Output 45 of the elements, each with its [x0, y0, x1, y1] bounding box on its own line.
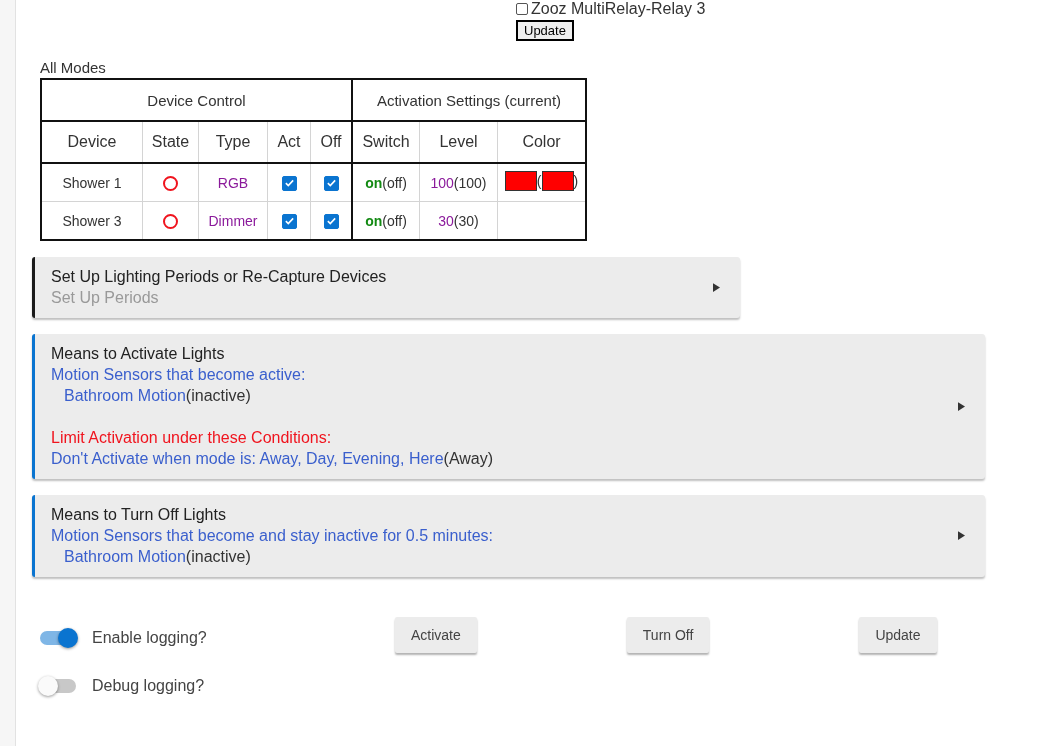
section-heading: Motion Sensors that become and stay inactive for 0.5 minutes: — [51, 527, 493, 544]
checkbox[interactable] — [516, 3, 528, 15]
expand-arrow-icon — [713, 282, 720, 292]
table-cell: RGB — [198, 163, 268, 202]
table-cell: Shower 1 — [41, 163, 143, 202]
section-title: Set Up Lighting Periods or Re-Capture Devices — [51, 267, 387, 287]
table-cell: on(off) — [352, 201, 420, 240]
column-header: Type — [198, 121, 268, 163]
section-title: Means to Activate Lights — [51, 344, 226, 364]
expand-arrow-icon — [958, 401, 965, 411]
setting-text: Don't Activate when mode is: Away, Day, Evening, Here(Away) — [51, 450, 494, 467]
section-card[interactable]: Means to Turn Off Lights Motion Sensors that become and stay inactive for 0.5 minutes: Bathroom Motion(inactive) — [32, 495, 985, 577]
action-button[interactable]: Activate — [395, 617, 477, 653]
column-header: Switch — [352, 121, 420, 163]
action-button[interactable]: Turn Off — [626, 617, 710, 653]
checkbox[interactable] — [281, 175, 297, 191]
table-cell: 100(100) — [419, 163, 498, 202]
expand-arrow-icon — [958, 531, 965, 540]
toggle-switch[interactable] — [40, 631, 76, 645]
table-title: All Modes — [40, 59, 107, 76]
setting-text: Bathroom Motion(inactive) — [64, 548, 251, 565]
column-header: State — [142, 121, 199, 163]
column-header: Level — [419, 121, 498, 163]
checkbox[interactable] — [323, 175, 339, 191]
column-header: Device — [41, 121, 143, 163]
toggle-switch[interactable] — [40, 679, 76, 693]
group-header: Activation Settings (current) — [352, 79, 586, 121]
section-card[interactable]: Set Up Lighting Periods or Re-Capture Devices Set Up Periods — [32, 257, 740, 318]
column-header: Act — [267, 121, 311, 163]
checkbox[interactable] — [281, 213, 297, 229]
paren: ( — [536, 173, 542, 189]
toggle-label: Enable logging? — [92, 629, 207, 647]
section-card[interactable]: Means to Activate Lights Motion Sensors that become active: Bathroom Motion(inactive) Limit Activation under these Conditions: Don't Activate when mode is: Away, Day, Evening, Here(Away) — [32, 334, 985, 479]
checkbox[interactable] — [323, 213, 339, 229]
table-cell: on(off) — [352, 163, 420, 202]
action-button[interactable]: Update — [859, 617, 937, 653]
paren: ) — [573, 173, 579, 189]
section-subtitle: Set Up Periods — [51, 289, 159, 306]
update-button[interactable]: Update — [516, 20, 574, 41]
device-label: Zooz MultiRelay-Relay 3 — [531, 0, 706, 18]
section-title: Means to Turn Off Lights — [51, 505, 227, 525]
setting-text: Bathroom Motion(inactive) — [64, 387, 251, 404]
toggle-label: Debug logging? — [92, 677, 205, 695]
section-heading: Motion Sensors that become active: — [51, 366, 306, 383]
section-heading: Limit Activation under these Conditions: — [51, 429, 332, 446]
